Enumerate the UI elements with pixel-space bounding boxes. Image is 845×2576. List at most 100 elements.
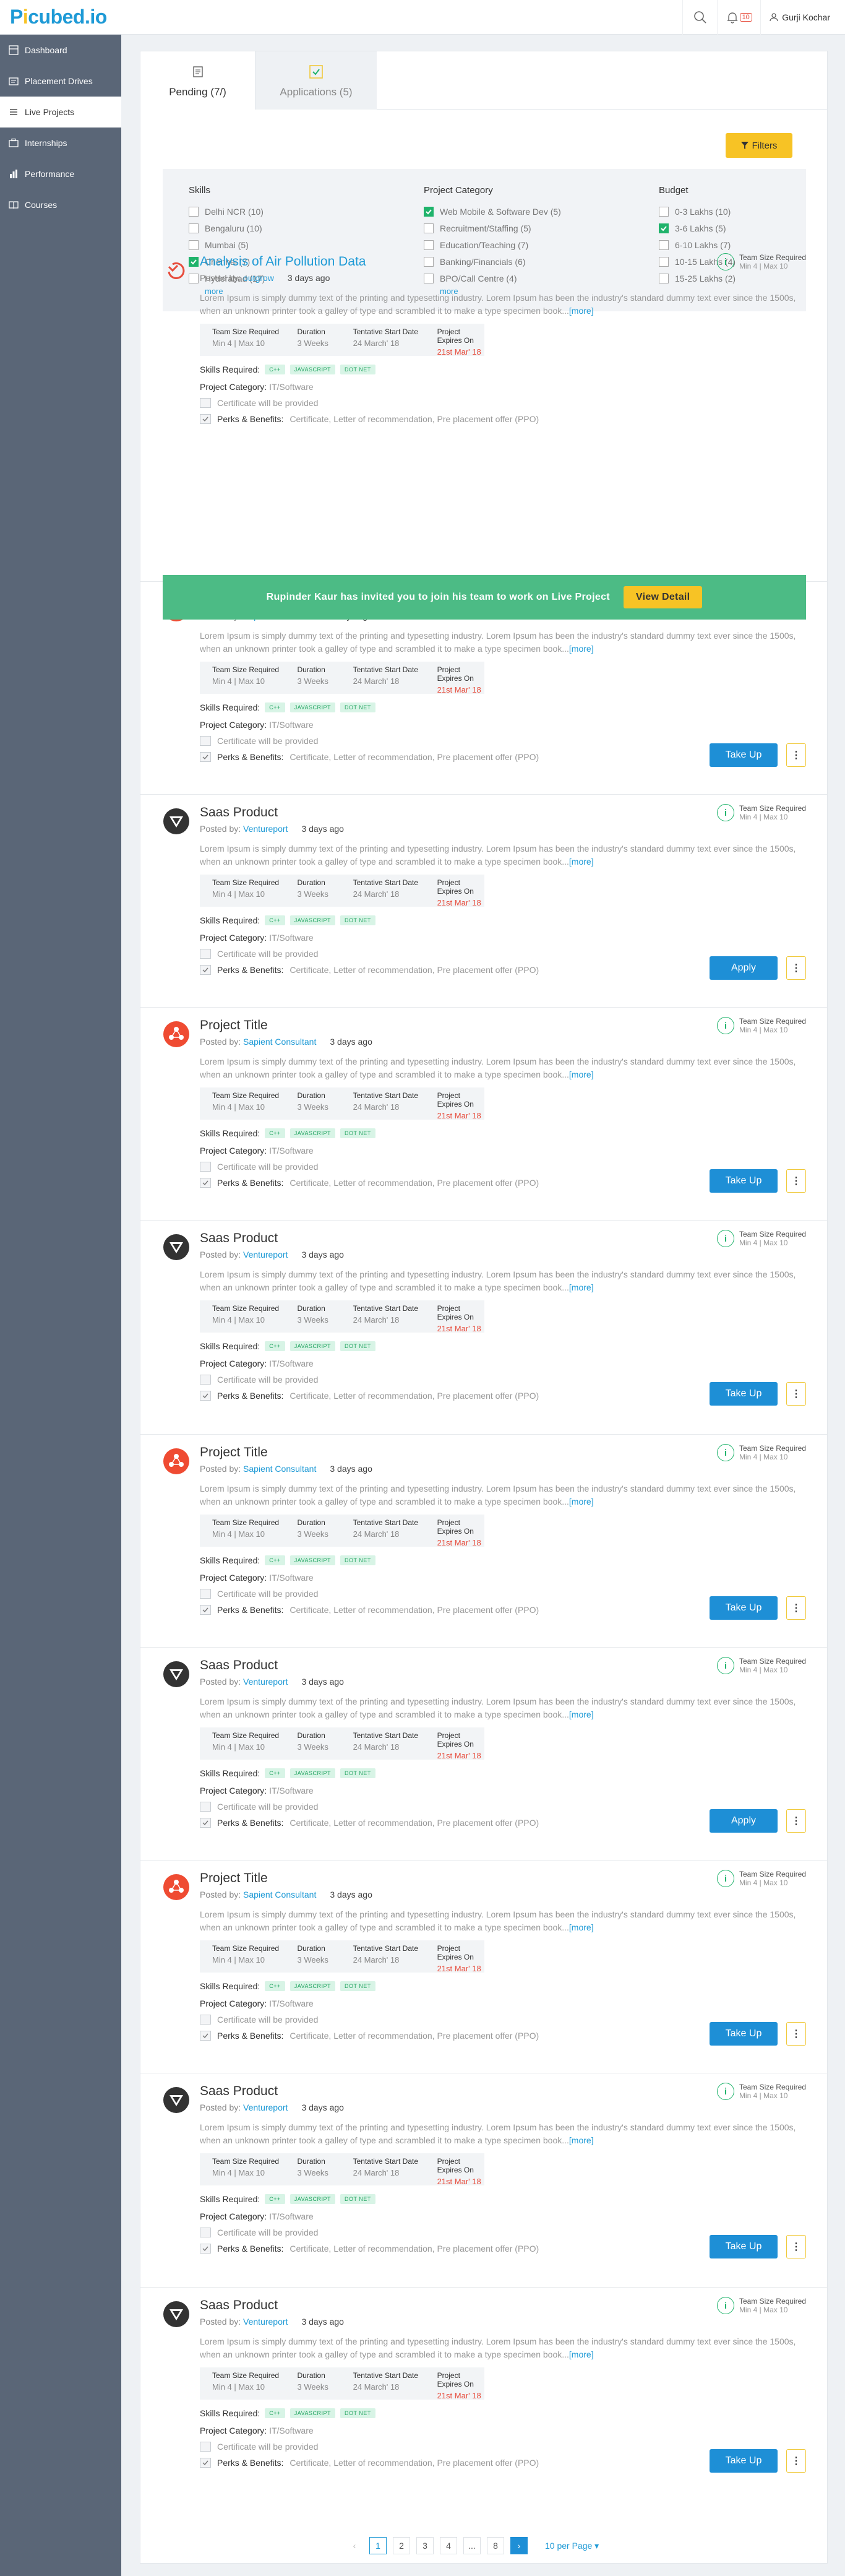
read-more-link[interactable]: [more] [569, 1497, 594, 1506]
more-options-icon[interactable]: ⋮ [786, 1809, 806, 1833]
sidebar-item-dashboard[interactable]: Dashboard [0, 35, 121, 66]
filter-option[interactable]: Web Mobile & Software Dev (5) [424, 203, 659, 220]
page-button[interactable]: 3 [416, 2537, 434, 2554]
project-title[interactable]: Project Title [200, 1871, 268, 1886]
info-icon[interactable]: i [716, 1870, 734, 1887]
info-icon[interactable]: i [716, 2083, 734, 2100]
page-button[interactable]: 1 [369, 2537, 387, 2554]
project-title[interactable]: Saas Product [200, 1658, 278, 1673]
filter-option[interactable]: Delhi NCR (10) [189, 203, 424, 220]
project-title[interactable]: Project Title [200, 1018, 268, 1033]
company-link[interactable]: Ventureport [243, 824, 288, 834]
take-up-button[interactable]: Take Up [710, 2449, 778, 2473]
info-icon[interactable]: i [716, 253, 734, 270]
take-up-button[interactable]: Take Up [710, 1169, 778, 1193]
stat-team: Team Size Required Min 4 | Max 10 [212, 2371, 280, 2392]
company-link[interactable]: Ventureport [243, 2103, 288, 2112]
card-divider [140, 1220, 827, 1221]
take-up-button[interactable]: Take Up [710, 2235, 778, 2258]
project-title[interactable]: Saas Product [200, 2298, 278, 2313]
company-link[interactable]: Sapient Consultant [243, 1464, 316, 1474]
info-icon[interactable]: i [716, 1444, 734, 1461]
user-menu[interactable]: Gurji Kochar [760, 0, 830, 35]
search-icon[interactable] [682, 0, 717, 35]
more-options-icon[interactable]: ⋮ [786, 956, 806, 980]
read-more-link[interactable]: [more] [569, 306, 594, 316]
sidebar-item-performance[interactable]: Performance [0, 158, 121, 189]
sidebar-item-courses[interactable]: Courses [0, 189, 121, 220]
filter-option[interactable]: 3-6 Lakhs (5) [659, 220, 783, 236]
more-options-icon[interactable]: ⋮ [786, 2235, 806, 2258]
checkbox[interactable] [189, 240, 199, 250]
apply-button[interactable]: Apply [710, 956, 778, 980]
filter-option[interactable]: 0-3 Lakhs (10) [659, 203, 783, 220]
project-title[interactable]: Saas Product [200, 805, 278, 820]
info-icon[interactable]: i [716, 1017, 734, 1034]
page-button[interactable]: 2 [393, 2537, 410, 2554]
take-up-button[interactable]: Take Up [710, 1382, 778, 1406]
apply-button[interactable]: Apply [710, 1809, 778, 1833]
take-up-button[interactable]: Take Up [710, 1596, 778, 1620]
read-more-link[interactable]: [more] [569, 2349, 594, 2359]
company-link[interactable]: outgrow [243, 273, 274, 283]
read-more-link[interactable]: [more] [569, 644, 594, 654]
per-page-select[interactable]: 10 per Page ▾ [545, 2541, 599, 2551]
project-title[interactable]: Saas Product [200, 1231, 278, 1246]
read-more-link[interactable]: [more] [569, 1070, 594, 1079]
team-info: i Team Size Required Min 4 | Max 10 [716, 1444, 806, 1461]
sidebar-item-placement-drives[interactable]: Placement Drives [0, 66, 121, 97]
info-icon[interactable]: i [716, 804, 734, 821]
user-icon [770, 12, 778, 21]
notification-bell[interactable]: 10 [717, 0, 760, 35]
more-options-icon[interactable]: ⋮ [786, 2449, 806, 2473]
info-icon[interactable]: i [716, 2297, 734, 2314]
read-more-link[interactable]: [more] [569, 857, 594, 867]
stat-expires: Project Expires On 21st Mar' 18 [437, 1304, 481, 1333]
info-icon[interactable]: i [716, 1230, 734, 1247]
read-more-link[interactable]: [more] [569, 2135, 594, 2145]
next-page-button[interactable]: › [510, 2537, 528, 2554]
read-more-link[interactable]: [more] [569, 1922, 594, 1932]
invite-text: Rupinder Kaur has invited you to join hi… [266, 592, 610, 602]
logo[interactable]: Picubed.io [0, 6, 121, 28]
more-options-icon[interactable]: ⋮ [786, 743, 806, 767]
checkbox[interactable] [189, 223, 199, 233]
check-icon [200, 2031, 211, 2041]
checkbox[interactable] [424, 240, 434, 250]
project-title[interactable]: Project Title [200, 1445, 268, 1460]
company-link[interactable]: Ventureport [243, 1677, 288, 1687]
project-title[interactable]: Analysis of Air Pollution Data [200, 254, 366, 269]
take-up-button[interactable]: Take Up [710, 743, 778, 767]
page-button[interactable]: 4 [440, 2537, 457, 2554]
company-link[interactable]: Sapient Consultant [243, 1890, 316, 1900]
more-options-icon[interactable]: ⋮ [786, 2022, 806, 2046]
company-link[interactable]: Ventureport [243, 1250, 288, 1260]
company-link[interactable]: Sapient Consultant [243, 1037, 316, 1047]
checkbox-checked[interactable] [659, 223, 669, 233]
page-button[interactable]: 8 [487, 2537, 504, 2554]
tab-applications[interactable]: Applications (5) [255, 51, 377, 110]
read-more-link[interactable]: [more] [569, 1282, 594, 1292]
read-more-link[interactable]: [more] [569, 1709, 594, 1719]
sidebar-item-live-projects[interactable]: Live Projects [0, 97, 121, 128]
project-title[interactable]: Saas Product [200, 2084, 278, 2099]
sidebar-item-internships[interactable]: Internships [0, 128, 121, 158]
checkbox[interactable] [424, 223, 434, 233]
tab-pending[interactable]: Pending (7/) [140, 51, 255, 110]
info-icon[interactable]: i [716, 1657, 734, 1674]
filter-option[interactable]: Recruitment/Staffing (5) [424, 220, 659, 236]
checkbox-checked[interactable] [424, 206, 434, 217]
checkbox[interactable] [189, 206, 199, 217]
prev-page-button[interactable]: ‹ [346, 2537, 363, 2554]
checkbox[interactable] [659, 206, 669, 217]
view-detail-button[interactable]: View Detail [623, 586, 703, 608]
more-options-icon[interactable]: ⋮ [786, 1169, 806, 1193]
take-up-button[interactable]: Take Up [710, 2022, 778, 2046]
stat-start: Tentative Start Date 24 March' 18 [353, 1944, 418, 1964]
company-link[interactable]: Ventureport [243, 2317, 288, 2327]
filters-button[interactable]: Filters [726, 133, 792, 158]
checkbox[interactable] [659, 240, 669, 250]
more-options-icon[interactable]: ⋮ [786, 1596, 806, 1620]
filter-option[interactable]: Bengaluru (10) [189, 220, 424, 236]
more-options-icon[interactable]: ⋮ [786, 1382, 806, 1406]
